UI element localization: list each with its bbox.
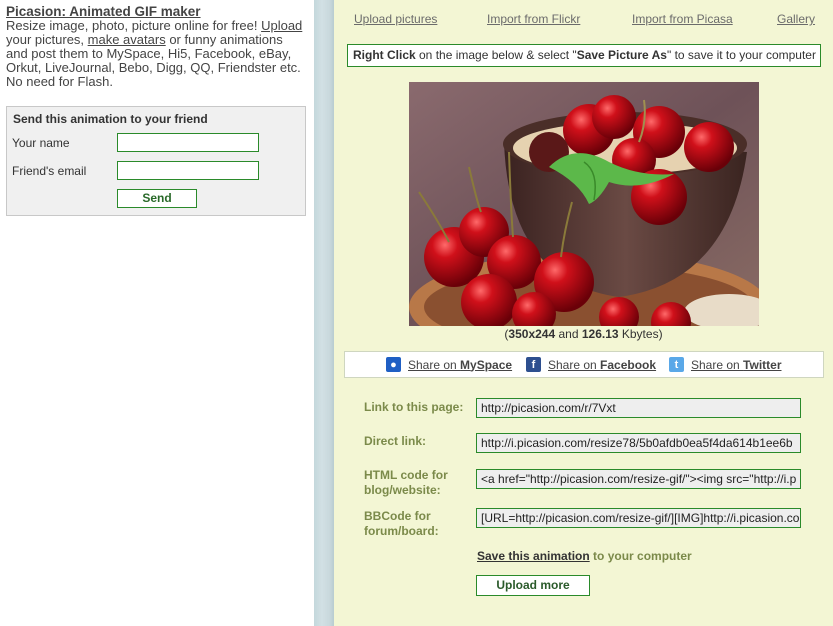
result-image[interactable] bbox=[409, 82, 759, 326]
html-code-field[interactable]: <a href="http://picasion.com/resize-gif/… bbox=[476, 469, 801, 489]
link-to-page-label: Link to this page: bbox=[364, 400, 464, 414]
html-code-label: HTML code for blog/website: bbox=[364, 468, 448, 498]
caption-unit: Kbytes) bbox=[618, 327, 663, 341]
image-size: 126.13 bbox=[581, 327, 619, 341]
image-caption: (350x244 and 126.13 Kbytes) bbox=[334, 327, 833, 341]
bbcode-label-line-2: forum/board: bbox=[364, 524, 439, 538]
site-title-link[interactable]: Picasion: Animated GIF maker bbox=[6, 5, 306, 19]
send-button[interactable]: Send bbox=[117, 189, 197, 208]
bbcode-label-line-1: BBCode for bbox=[364, 509, 431, 523]
link-to-page-field[interactable]: http://picasion.com/r/7Vxt bbox=[476, 398, 801, 418]
share-facebook-link[interactable]: f Share on Facebook bbox=[526, 357, 656, 372]
nav-upload-pictures[interactable]: Upload pictures bbox=[354, 12, 437, 26]
nav-import-flickr[interactable]: Import from Flickr bbox=[487, 12, 580, 26]
right-column: Upload pictures Import from Flickr Impor… bbox=[334, 0, 833, 626]
caption-and: and bbox=[555, 327, 582, 341]
share-myspace-link[interactable]: ● Share on MySpace bbox=[386, 357, 512, 372]
twitter-icon: t bbox=[669, 357, 684, 372]
share-twitter-label: Share on Twitter bbox=[691, 358, 782, 372]
share-prefix: Share on bbox=[548, 357, 601, 372]
bbcode-field[interactable]: [URL=http://picasion.com/resize-gif/][IM… bbox=[476, 508, 801, 528]
send-to-friend-form: Send this animation to your friend Your … bbox=[6, 106, 306, 216]
instruction-bold-save-picture-as: Save Picture As bbox=[576, 48, 667, 62]
share-network-name: Twitter bbox=[743, 357, 782, 372]
instruction-text-1: on the image below & select " bbox=[415, 48, 577, 62]
direct-link-label: Direct link: bbox=[364, 434, 427, 448]
facebook-icon: f bbox=[526, 357, 541, 372]
instruction-text-2: " to save it to your computer bbox=[666, 48, 816, 62]
bbcode-label: BBCode for forum/board: bbox=[364, 509, 439, 539]
nav-import-picasa[interactable]: Import from Picasa bbox=[632, 12, 733, 26]
myspace-icon: ● bbox=[386, 357, 401, 372]
upload-more-button[interactable]: Upload more bbox=[476, 575, 590, 596]
share-network-name: Facebook bbox=[600, 357, 657, 372]
nav-gallery[interactable]: Gallery bbox=[777, 12, 815, 26]
your-name-input[interactable] bbox=[117, 133, 259, 152]
column-divider bbox=[314, 0, 334, 626]
intro-text-1: Resize image, photo, picture online for … bbox=[6, 18, 262, 33]
share-twitter-link[interactable]: t Share on Twitter bbox=[669, 357, 782, 372]
save-animation-line: Save this animation to your computer bbox=[477, 549, 692, 563]
left-column: Picasion: Animated GIF maker Resize imag… bbox=[0, 0, 314, 626]
share-myspace-label: Share on MySpace bbox=[408, 358, 512, 372]
share-facebook-label: Share on Facebook bbox=[548, 358, 656, 372]
send-form-heading: Send this animation to your friend bbox=[13, 112, 208, 126]
save-instruction: Right Click on the image below & select … bbox=[347, 44, 821, 67]
intro-text-2: your pictures, bbox=[6, 32, 88, 47]
share-prefix: Share on bbox=[408, 357, 461, 372]
share-network-name: MySpace bbox=[460, 357, 513, 372]
friend-email-label: Friend's email bbox=[12, 164, 87, 178]
intro-text: Picasion: Animated GIF maker Resize imag… bbox=[6, 5, 306, 89]
upload-link[interactable]: Upload bbox=[261, 18, 302, 33]
make-avatars-link[interactable]: make avatars bbox=[88, 32, 166, 47]
save-animation-link[interactable]: Save this animation bbox=[477, 549, 590, 563]
save-animation-text: to your computer bbox=[589, 549, 692, 563]
your-name-label: Your name bbox=[12, 136, 70, 150]
cherries-photo bbox=[409, 82, 759, 326]
html-code-label-line-2: blog/website: bbox=[364, 483, 441, 497]
friend-email-input[interactable] bbox=[117, 161, 259, 180]
html-code-label-line-1: HTML code for bbox=[364, 468, 448, 482]
image-dimensions: 350x244 bbox=[508, 327, 556, 341]
share-bar: ● Share on MySpace f Share on Facebook t… bbox=[344, 351, 824, 378]
direct-link-field[interactable]: http://i.picasion.com/resize78/5b0afdb0e… bbox=[476, 433, 801, 453]
instruction-bold-right-click: Right Click bbox=[353, 48, 416, 62]
share-prefix: Share on bbox=[691, 357, 744, 372]
